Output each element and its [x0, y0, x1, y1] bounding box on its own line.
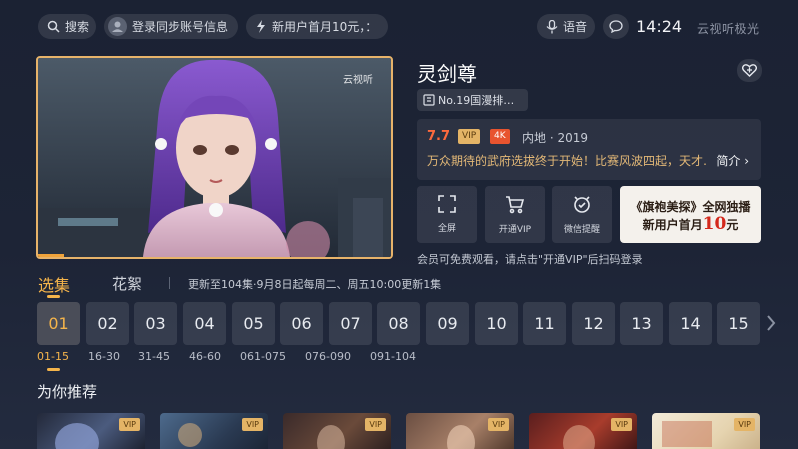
synopsis-link[interactable]: 简介 ›	[716, 152, 749, 169]
episode-button[interactable]: 14	[669, 302, 712, 345]
episode-button[interactable]: 09	[426, 302, 469, 345]
search-icon	[47, 20, 60, 33]
episode-button[interactable]: 11	[523, 302, 566, 345]
recommend-card[interactable]: VIP	[529, 413, 637, 449]
cart-icon	[506, 196, 525, 214]
vip-badge: VIP	[734, 418, 755, 431]
show-description: 万众期待的武府选拔终于开始！比赛风波四起，天才…	[427, 154, 707, 168]
new-user-promo-button[interactable]: 新用户首月10元，：	[246, 14, 388, 39]
episode-button[interactable]: 06	[280, 302, 323, 345]
recommend-card[interactable]: VIP	[406, 413, 514, 449]
recommend-card[interactable]: VIP	[652, 413, 760, 449]
episode-button[interactable]: 13	[620, 302, 663, 345]
voice-button[interactable]: 语音	[537, 14, 595, 39]
show-title: 灵剑尊	[417, 62, 477, 86]
episode-button[interactable]: 04	[183, 302, 226, 345]
video-player[interactable]: 云视听	[36, 56, 393, 259]
fullscreen-icon	[438, 195, 456, 213]
vip-badge: VIP	[242, 418, 263, 431]
wechat-reminder-label: 微信提醒	[563, 225, 600, 235]
chevron-right-icon: ›	[740, 154, 749, 168]
episodes-next-button[interactable]	[766, 314, 776, 336]
microphone-icon	[546, 19, 558, 33]
promo-label: 新用户首月10元，：	[272, 20, 378, 34]
lightning-icon	[257, 20, 265, 33]
search-label: 搜索	[65, 20, 90, 34]
chevron-right-icon	[767, 315, 776, 331]
favorite-button[interactable]	[737, 59, 762, 82]
episode-button[interactable]: 08	[377, 302, 420, 345]
fullscreen-label: 全屏	[437, 224, 456, 234]
vip-badge: VIP	[119, 418, 140, 431]
recommend-title: 为你推荐	[37, 383, 98, 401]
ranking-icon	[423, 94, 435, 106]
update-info: 更新至104集·9月8日起每周二、周五10:00更新1集	[188, 278, 442, 291]
episode-range[interactable]: 16-30	[88, 350, 120, 363]
episode-button[interactable]: 07	[329, 302, 372, 345]
wechat-reminder-button[interactable]: 微信提醒	[552, 186, 612, 243]
rating-score: 7.7	[427, 129, 451, 144]
vip-badge: VIP	[365, 418, 386, 431]
recommend-card[interactable]: VIP	[37, 413, 145, 449]
promo-line1: 《旗袍美探》全网独播	[630, 200, 751, 214]
video-progress-bar	[38, 254, 64, 257]
promo-line2: 新用户首月10元	[620, 214, 761, 234]
recommend-card[interactable]: VIP	[283, 413, 391, 449]
range-underline	[47, 368, 60, 371]
recommend-card[interactable]: VIP	[160, 413, 268, 449]
promo-line2-prefix: 新用户首月	[642, 218, 703, 232]
message-button[interactable]	[603, 14, 629, 39]
clock: 14:24	[636, 17, 683, 36]
promo-banner[interactable]: 《旗袍美探》全网独播 新用户首月10元	[620, 186, 761, 243]
episode-range[interactable]: 061-075	[240, 350, 286, 363]
video-watermark: 云视听	[343, 75, 373, 86]
login-button[interactable]: 登录同步账号信息	[104, 14, 238, 39]
tab-underline	[47, 295, 60, 298]
vip-badge: VIP	[611, 418, 632, 431]
tab-divider	[169, 277, 170, 289]
heart-plus-icon	[742, 64, 757, 77]
4k-badge: 4K	[490, 129, 510, 144]
open-vip-button[interactable]: 开通VIP	[485, 186, 545, 243]
episode-button[interactable]: 03	[134, 302, 177, 345]
episode-range[interactable]: 076-090	[305, 350, 351, 363]
region-year: 内地 · 2019	[522, 131, 588, 145]
vip-note: 会员可免费观看，请点击"开通VIP"后扫码登录	[417, 253, 643, 266]
episode-range[interactable]: 46-60	[189, 350, 221, 363]
episode-range[interactable]: 091-104	[370, 350, 416, 363]
episode-range[interactable]: 31-45	[138, 350, 170, 363]
ranking-label: No.19国漫排…	[438, 94, 515, 107]
promo-amount: 10	[702, 214, 727, 234]
voice-label: 语音	[563, 20, 588, 34]
video-frame-image	[38, 58, 391, 257]
tab-episodes[interactable]: 选集	[38, 272, 70, 296]
brand-logo: 云视听极光	[697, 22, 760, 36]
episode-button[interactable]: 10	[475, 302, 518, 345]
episode-button[interactable]: 12	[572, 302, 615, 345]
vip-badge: VIP	[458, 129, 481, 144]
search-button[interactable]: 搜索	[38, 14, 96, 39]
episode-button[interactable]: 15	[717, 302, 760, 345]
chat-icon	[609, 20, 623, 33]
top-bar: 搜索 登录同步账号信息 新用户首月10元，： 语音 14:24 云视听极光	[0, 0, 798, 52]
vip-badge: VIP	[488, 418, 509, 431]
promo-line2-suffix: 元	[726, 218, 739, 232]
episode-button[interactable]: 02	[86, 302, 129, 345]
show-info-box[interactable]: 7.7 VIP 4K 内地 · 2019 万众期待的武府选拔终于开始！比赛风波四…	[417, 119, 761, 180]
login-label: 登录同步账号信息	[132, 20, 229, 34]
tab-extras[interactable]: 花絮	[112, 273, 142, 294]
avatar-icon	[108, 17, 127, 36]
episode-range[interactable]: 01-15	[37, 350, 69, 363]
fullscreen-button[interactable]: 全屏	[417, 186, 477, 243]
episode-button[interactable]: 05	[232, 302, 275, 345]
ranking-tag[interactable]: No.19国漫排…	[417, 89, 528, 111]
open-vip-label: 开通VIP	[498, 225, 532, 235]
episode-button[interactable]: 01	[37, 302, 80, 345]
alarm-icon	[574, 196, 590, 213]
synopsis-label: 简介	[716, 154, 741, 168]
